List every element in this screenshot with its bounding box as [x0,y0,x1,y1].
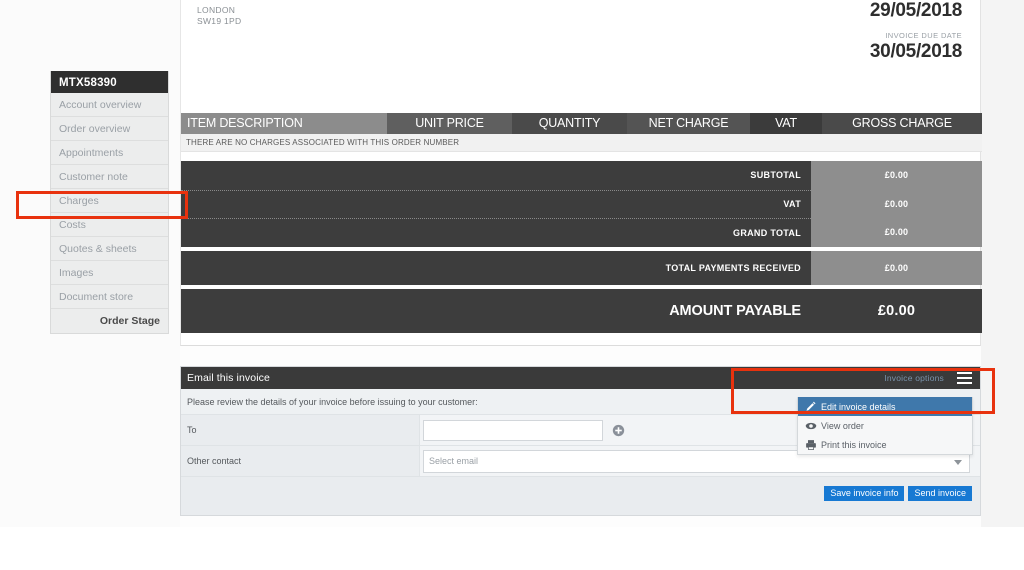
email-invoice-header: Email this invoice Invoice options [181,367,980,389]
charges-table-header: ITEM DESCRIPTION UNIT PRICE QUANTITY NET… [181,113,982,134]
sidebar-item-customer-note[interactable]: Customer note [51,165,168,189]
column-header-quantity: QUANTITY [512,113,627,134]
send-invoice-button[interactable]: Send invoice [908,486,972,501]
sidebar-item-images[interactable]: Images [51,261,168,285]
column-header-net-charge: NET CHARGE [627,113,750,134]
chevron-down-icon [954,459,962,465]
vat-label: VAT [181,189,811,219]
grand-total-value: £0.00 [811,218,982,247]
subtotal-label: SUBTOTAL [181,161,811,190]
page-bottom-edge [0,527,1024,570]
email-actions: Save invoice info Send invoice [181,477,980,510]
vat-value: £0.00 [811,189,982,219]
totals-row-amount-payable: AMOUNT PAYABLE £0.00 [181,289,982,333]
save-invoice-info-button[interactable]: Save invoice info [824,486,905,501]
menu-item-label: Print this invoice [821,439,887,450]
payments-received-value: £0.00 [811,251,982,285]
address-city: LONDON [197,5,236,15]
sidebar-item-order-overview[interactable]: Order overview [51,117,168,141]
annotation-highlight-charges [16,191,188,219]
column-header-vat: VAT [750,113,822,134]
totals-row-payments-received: TOTAL PAYMENTS RECEIVED £0.00 [181,251,982,285]
amount-payable-value: £0.00 [811,289,982,333]
payments-received-label: TOTAL PAYMENTS RECEIVED [665,263,801,273]
sidebar-item-account-overview[interactable]: Account overview [51,93,168,117]
pencil-icon [804,400,817,413]
invoice-date: 29/05/2018 [869,0,962,21]
totals-row-vat: VAT £0.00 [181,189,982,219]
app-root: MTX58390 Account overview Order overview… [0,0,1024,570]
totals-row-grand-total: GRAND TOTAL £0.00 [181,218,982,247]
to-input[interactable] [423,419,603,441]
invoice-options-label[interactable]: Invoice options [884,367,944,389]
add-recipient-icon[interactable] [612,424,625,437]
address-postcode: SW19 1PD [197,16,242,26]
invoice-dates: 29/05/2018 INVOICE DUE DATE 30/05/2018 [870,0,962,62]
grand-total-label: GRAND TOTAL [181,218,811,247]
sidebar-item-quotes-sheets[interactable]: Quotes & sheets [51,237,168,261]
invoice-card: LONDON SW19 1PD 29/05/2018 INVOICE DUE D… [180,0,982,346]
email-invoice-title: Email this invoice [187,372,270,384]
sidebar-order-number: MTX58390 [51,71,168,93]
amount-payable-label: AMOUNT PAYABLE [669,303,801,319]
other-contact-label: Other contact [181,446,420,476]
sidebar-item-order-stage[interactable]: Order Stage [51,309,168,333]
invoice-due-date: 30/05/2018 [869,41,962,62]
menu-item-print-this-invoice[interactable]: Print this invoice [798,435,972,454]
printer-icon [804,438,817,451]
subtotal-value: £0.00 [811,161,982,190]
menu-item-view-order[interactable]: View order [798,416,972,435]
eye-icon [804,419,817,432]
sidebar-item-appointments[interactable]: Appointments [51,141,168,165]
invoice-options-dropdown: Edit invoice details View order Print th… [797,397,973,455]
column-header-gross-charge: GROSS CHARGE [822,113,982,134]
invoice-due-date-label: INVOICE DUE DATE [885,31,962,40]
hamburger-menu-icon[interactable] [957,372,972,384]
totals-group: SUBTOTAL £0.00 VAT £0.00 GRAND TOTAL £0.… [181,161,982,247]
column-header-item-description: ITEM DESCRIPTION [181,113,387,134]
customer-address: LONDON SW19 1PD [197,5,241,27]
sidebar-item-document-store[interactable]: Document store [51,285,168,309]
menu-item-label: Edit invoice details [821,401,896,412]
page-right-gutter [981,0,1024,527]
column-header-unit-price: UNIT PRICE [387,113,512,134]
other-contact-placeholder: Select email [429,456,479,466]
to-label: To [181,415,420,445]
menu-item-edit-invoice-details[interactable]: Edit invoice details [798,397,972,416]
charges-empty-message: THERE ARE NO CHARGES ASSOCIATED WITH THI… [181,134,982,152]
menu-item-label: View order [821,420,864,431]
totals-row-subtotal: SUBTOTAL £0.00 [181,161,982,190]
